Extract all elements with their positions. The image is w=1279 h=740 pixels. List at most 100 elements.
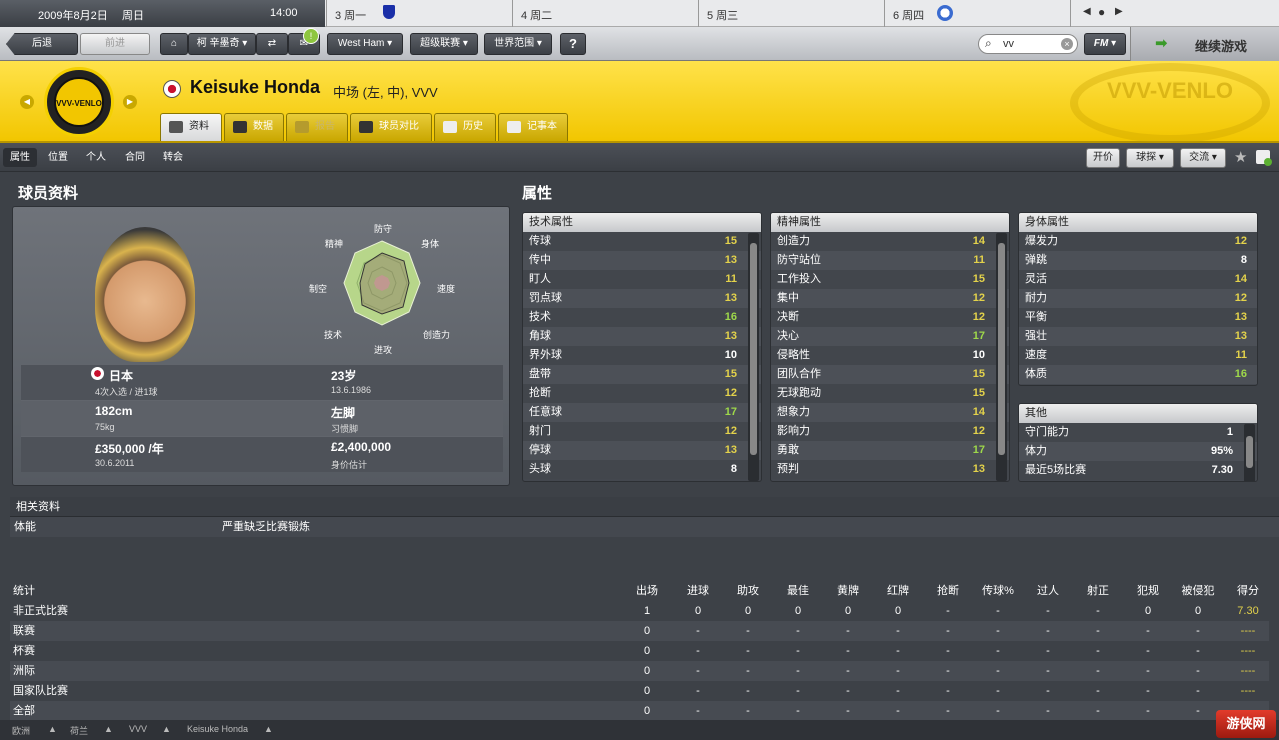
- stats-cell: -: [1146, 685, 1150, 697]
- stats-header[interactable]: 传球%: [973, 581, 1023, 601]
- stats-cell: 0: [1144, 605, 1152, 617]
- radar-label-physical: 身体: [421, 239, 440, 249]
- stats-header[interactable]: 助攻: [723, 581, 773, 601]
- subnav-personal[interactable]: 个人: [79, 148, 113, 167]
- attribute-row: 盘带 15: [523, 365, 761, 384]
- stats-header[interactable]: 统计: [13, 581, 163, 601]
- prev-icon[interactable]: ◀: [1083, 6, 1091, 17]
- stats-header[interactable]: 抢断: [923, 581, 973, 601]
- attribute-row: 界外球 10: [523, 346, 761, 365]
- calendar-day-4[interactable]: 6 周四: [884, 0, 1070, 27]
- subnav-positions[interactable]: 位置: [41, 148, 75, 167]
- tab-profile[interactable]: 资料: [160, 113, 222, 141]
- scrollbar[interactable]: [1244, 424, 1255, 481]
- player-name: Keisuke Honda: [190, 77, 321, 97]
- scout-button[interactable]: 球探 ▾: [1126, 148, 1174, 168]
- bar-chart-icon: [233, 121, 247, 133]
- attribute-row: 影响力 12: [771, 422, 1009, 441]
- tab-data[interactable]: 数据: [224, 113, 284, 141]
- continue-game-button[interactable]: ➡ 继续游戏: [1130, 27, 1279, 61]
- stats-header[interactable]: 进球: [673, 581, 723, 601]
- related-row: 体能 严重缺乏比赛锻炼: [10, 517, 1279, 537]
- stats-header[interactable]: 黄牌: [823, 581, 873, 601]
- prev-player-icon[interactable]: ◀: [20, 95, 34, 109]
- attribute-row: 技术 16: [523, 308, 761, 327]
- inbox-icon[interactable]: ✉!: [288, 28, 320, 55]
- stats-header[interactable]: 过人: [1023, 581, 1073, 601]
- calendar-day-2[interactable]: 4 周二: [512, 0, 698, 27]
- attribute-row: 传球 15: [523, 232, 761, 251]
- stats-cell: -: [1046, 625, 1050, 637]
- chevron-up-icon[interactable]: ▲: [264, 724, 273, 734]
- calendar-day-3[interactable]: 5 周三: [698, 0, 884, 27]
- stats-cell: -: [1146, 625, 1150, 637]
- breadcrumb-netherlands[interactable]: 荷兰: [70, 724, 88, 737]
- attribute-value: 13: [724, 292, 737, 304]
- stats-cell: ----: [1240, 665, 1256, 677]
- stats-header[interactable]: 犯规: [1123, 581, 1173, 601]
- stats-header[interactable]: 红牌: [873, 581, 923, 601]
- help-button[interactable]: ?: [560, 33, 586, 55]
- stats-header[interactable]: 出场: [622, 581, 672, 601]
- search-input[interactable]: ⌕ vv ×: [978, 34, 1078, 54]
- subnav-attributes[interactable]: 属性: [3, 148, 37, 167]
- offer-button[interactable]: 开价: [1086, 148, 1120, 168]
- shortlist-star-icon[interactable]: ★: [1234, 148, 1247, 166]
- chevron-up-icon[interactable]: ▲: [162, 724, 171, 734]
- transfer-icon[interactable]: ⇄: [256, 33, 288, 55]
- home-icon[interactable]: ⌂: [160, 33, 188, 55]
- site-watermark-logo: 游侠网: [1216, 710, 1276, 738]
- next-icon[interactable]: ▶: [1115, 6, 1123, 17]
- stats-cell: 0: [894, 605, 902, 617]
- scrollbar[interactable]: [996, 233, 1007, 481]
- stats-header[interactable]: 射正: [1073, 581, 1123, 601]
- attribute-row: 预判 13: [771, 460, 1009, 479]
- club-logo[interactable]: VVV-VENLO: [44, 67, 114, 137]
- back-button[interactable]: 后退: [6, 33, 78, 55]
- interact-button[interactable]: 交流 ▾: [1180, 148, 1226, 168]
- stats-header[interactable]: 最佳: [773, 581, 823, 601]
- today-icon[interactable]: ●: [1098, 5, 1105, 19]
- breadcrumb-europe[interactable]: 欧洲: [12, 724, 30, 737]
- tab-notebook[interactable]: 记事本: [498, 113, 568, 141]
- fm-menu-button[interactable]: FM ▾: [1084, 33, 1126, 55]
- stats-cell: -: [1146, 705, 1150, 717]
- stats-header[interactable]: 得分: [1223, 581, 1273, 601]
- breadcrumb-player[interactable]: Keisuke Honda: [187, 724, 248, 734]
- attribute-name: 影响力: [777, 425, 810, 437]
- tab-history[interactable]: 历史: [434, 113, 496, 141]
- attribute-row: 耐力 12: [1019, 289, 1257, 308]
- attribute-value: 12: [972, 292, 985, 304]
- manager-menu-button[interactable]: 柯 辛墨奇 ▾: [188, 33, 256, 55]
- attribute-value: 11: [1235, 349, 1247, 361]
- profile-row-nation: 日本 4次入选 / 进1球 23岁 13.6.1986: [21, 364, 503, 400]
- player-photo: [95, 227, 195, 362]
- club-menu-button[interactable]: West Ham ▾: [327, 33, 403, 55]
- chevron-up-icon[interactable]: ▲: [48, 724, 57, 734]
- attribute-row: 侵略性 10: [771, 346, 1009, 365]
- tab-compare[interactable]: 球员对比: [350, 113, 432, 141]
- breadcrumb-club[interactable]: VVV: [129, 724, 147, 734]
- stats-cell: -: [1046, 685, 1050, 697]
- subnav-transfer[interactable]: 转会: [156, 148, 190, 167]
- attribute-name: 创造力: [777, 235, 810, 247]
- world-menu-button[interactable]: 世界范围 ▾: [484, 33, 552, 55]
- clear-search-icon[interactable]: ×: [1061, 38, 1073, 50]
- subnav-contract[interactable]: 合同: [118, 148, 152, 167]
- stats-header[interactable]: 被侵犯: [1173, 581, 1223, 601]
- attribute-name: 技术: [529, 311, 551, 323]
- forward-button[interactable]: 前进: [80, 33, 150, 55]
- attribute-value: 13: [1234, 330, 1247, 342]
- attribute-row: 抢断 12: [523, 384, 761, 403]
- chevron-up-icon[interactable]: ▲: [104, 724, 113, 734]
- attribute-name: 想象力: [777, 406, 810, 418]
- league-menu-button[interactable]: 超级联赛 ▾: [410, 33, 478, 55]
- attribute-row: 守门能力 1: [1019, 423, 1257, 442]
- stats-cell: -: [846, 665, 850, 677]
- stats-cell: -: [996, 685, 1000, 697]
- calendar-day-1[interactable]: 3 周一: [326, 0, 512, 27]
- add-note-icon[interactable]: [1256, 150, 1272, 166]
- next-player-icon[interactable]: ▶: [123, 95, 137, 109]
- scrollbar[interactable]: [748, 233, 759, 481]
- profile-panel: 防守 身体 速度 创造力 进攻 技术 制空 精神 日本 4次入选 / 进1球 2…: [12, 206, 510, 486]
